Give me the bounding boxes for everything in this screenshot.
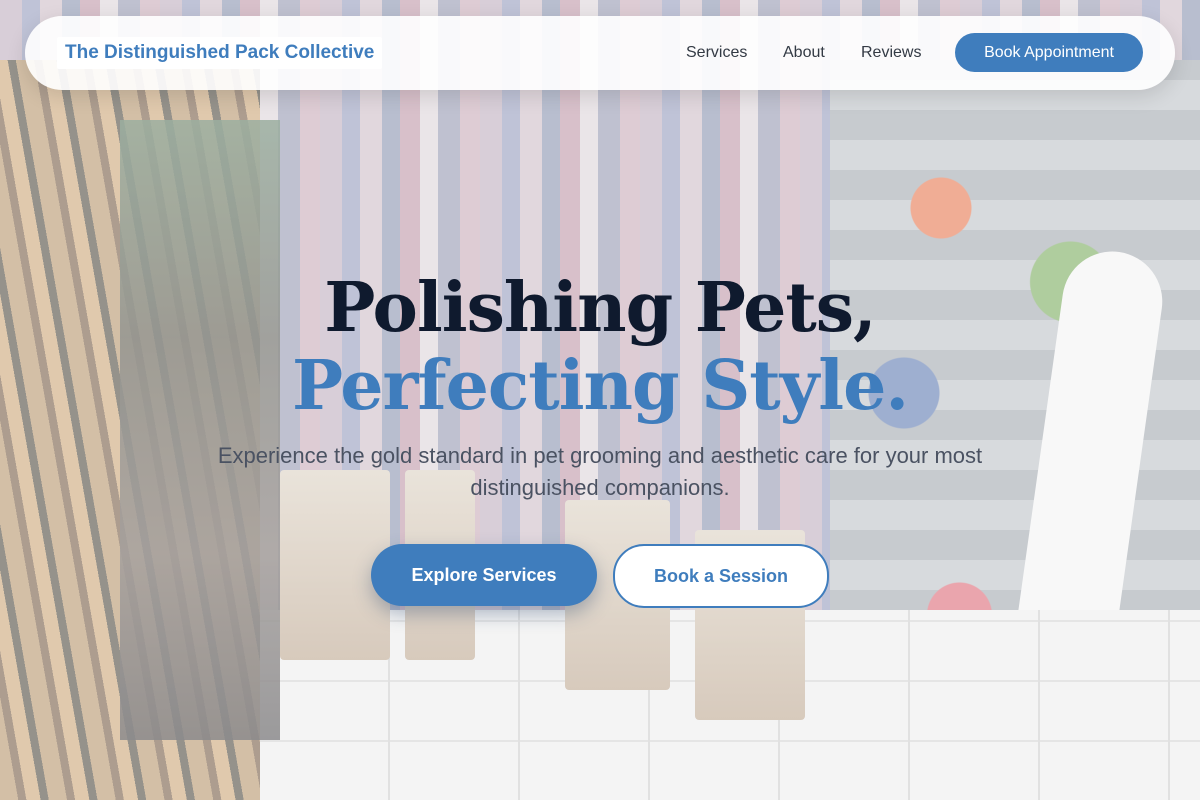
hero-title-line2: Perfecting Style. [291,346,909,426]
nav-link-services[interactable]: Services [686,42,747,64]
explore-services-button[interactable]: Explore Services [371,544,597,606]
top-navbar: The Distinguished Pack Collective Servic… [25,16,1175,90]
nav-link-reviews[interactable]: Reviews [861,42,921,64]
nav-link-about[interactable]: About [783,42,825,64]
hero-title-line1: Polishing Pets, [324,268,876,348]
book-session-button[interactable]: Book a Session [613,544,829,608]
book-appointment-button[interactable]: Book Appointment [955,33,1143,72]
hero-subtitle: Experience the gold standard in pet groo… [217,443,983,500]
brand-logo-text[interactable]: The Distinguished Pack Collective [57,37,383,69]
